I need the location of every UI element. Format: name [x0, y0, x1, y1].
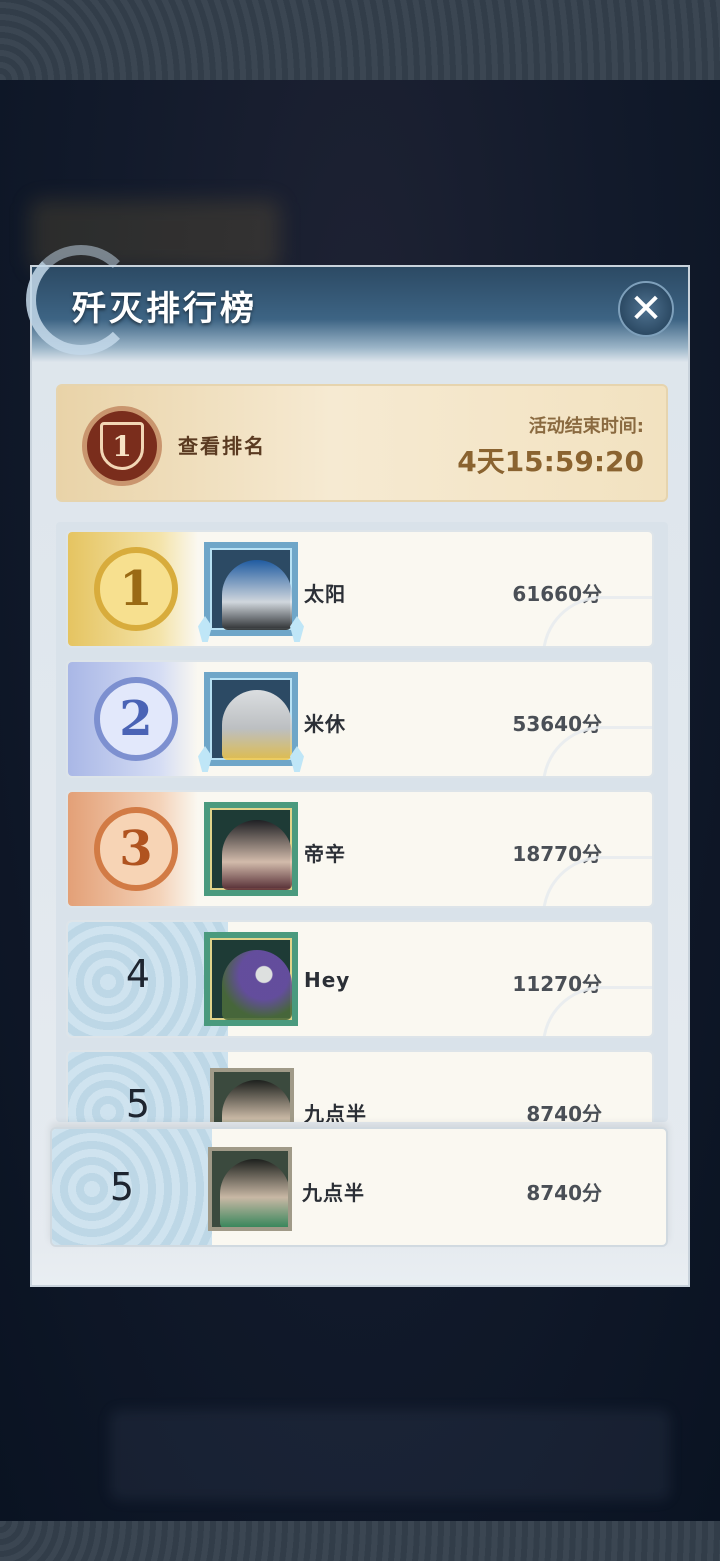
- portrait-image: [222, 820, 292, 890]
- avatar-frame: [204, 542, 298, 636]
- player-name: 帝辛: [304, 842, 346, 866]
- avatar-frame: [204, 802, 298, 896]
- avatar[interactable]: [204, 1062, 298, 1122]
- avatar-frame: [210, 1068, 294, 1122]
- self-rank-number: 5: [109, 1165, 135, 1209]
- panel-bottom-decoration: [32, 1245, 688, 1285]
- avatar[interactable]: [198, 672, 304, 772]
- player-name: 太阳: [304, 582, 346, 606]
- dialog-header: 歼灭排行榜 ✕: [26, 245, 688, 362]
- self-avatar[interactable]: [202, 1141, 296, 1235]
- player-name: 九点半: [304, 1102, 367, 1122]
- bottom-decor-strip: [0, 1521, 720, 1561]
- player-score: 8740分: [526, 1102, 602, 1122]
- portrait-image: [220, 1159, 288, 1227]
- view-rank-button[interactable]: 查看排名: [178, 430, 266, 459]
- self-player-name: 九点半: [302, 1181, 365, 1205]
- portrait-image: [222, 950, 292, 1020]
- leaderboard-row[interactable]: 1 太阳 61660分: [66, 530, 654, 648]
- leaderboard-row[interactable]: 4 Hey 11270分: [66, 920, 654, 1038]
- leaderboard-row[interactable]: 2 米休 53640分: [66, 660, 654, 778]
- avatar[interactable]: [204, 932, 298, 1026]
- leaderboard-row[interactable]: 5 九点半 8740分: [66, 1050, 654, 1122]
- dialog-title: 歼灭排行榜: [72, 289, 257, 329]
- self-rank-row[interactable]: 5 九点半 8740分: [50, 1127, 668, 1247]
- avatar[interactable]: [204, 802, 298, 896]
- close-icon: ✕: [629, 286, 663, 332]
- leaderboard-dialog: 歼灭排行榜 ✕ 1 查看排名 活动结束时间: 4天15:59:20 1 太阳 6…: [26, 245, 690, 1287]
- rank-number: 4: [125, 952, 151, 996]
- player-name: Hey: [304, 968, 351, 992]
- avatar-frame: [204, 932, 298, 1026]
- avatar-frame: [204, 672, 298, 766]
- close-button[interactable]: ✕: [618, 281, 674, 337]
- avatar[interactable]: [198, 542, 304, 642]
- portrait-image: [222, 690, 292, 760]
- player-name: 米休: [304, 712, 346, 736]
- rank-badge-number: 1: [100, 422, 144, 470]
- self-player-score: 8740分: [526, 1181, 602, 1205]
- bronze-medal-icon: 3: [94, 807, 178, 891]
- my-rank-card[interactable]: 1 查看排名 活动结束时间: 4天15:59:20: [56, 384, 668, 502]
- leaderboard-list[interactable]: 1 太阳 61660分 2 米休 53640分 3 帝辛 18770分 4 He…: [56, 522, 668, 1122]
- avatar-frame: [208, 1147, 292, 1231]
- top-decor-strip: [0, 0, 720, 80]
- rank-badge-icon: 1: [82, 406, 162, 486]
- rank-number: 5: [125, 1082, 151, 1122]
- end-time-label: 活动结束时间:: [528, 416, 644, 437]
- gold-medal-icon: 1: [94, 547, 178, 631]
- end-time-value: 4天15:59:20: [457, 445, 644, 478]
- portrait-image: [222, 1080, 290, 1122]
- silver-medal-icon: 2: [94, 677, 178, 761]
- portrait-image: [222, 560, 292, 630]
- leaderboard-row[interactable]: 3 帝辛 18770分: [66, 790, 654, 908]
